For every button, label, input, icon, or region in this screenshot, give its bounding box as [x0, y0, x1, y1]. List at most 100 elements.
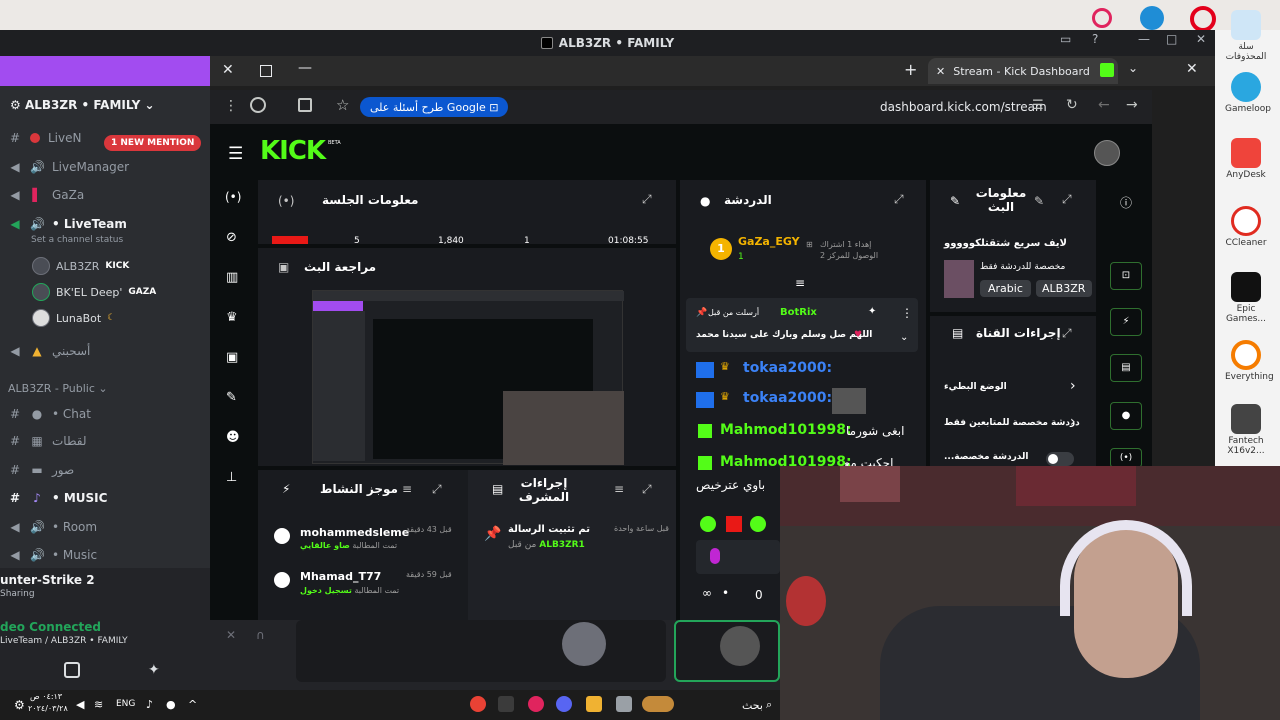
channel-room[interactable]: ◀ 🔊 • Room	[8, 520, 97, 534]
top-sub-name[interactable]: GaZa_EGY	[738, 235, 800, 248]
server-header[interactable]: ⚙ ALB3ZR • FAMILY ⌄	[10, 98, 155, 112]
stream-tile-active[interactable]	[674, 620, 780, 682]
edit-icon[interactable]: ✎	[1034, 194, 1044, 208]
notes-icon[interactable]: ▤	[1110, 354, 1142, 382]
expand-icon[interactable]: ⤢	[1062, 326, 1072, 341]
opera-icon[interactable]	[528, 696, 544, 712]
profile-icon[interactable]	[250, 97, 266, 113]
channel-livemanager[interactable]: ◀ 🔊 LiveManager	[8, 160, 129, 174]
extensions-icon[interactable]	[298, 98, 312, 112]
location-icon[interactable]: ●	[166, 698, 176, 711]
file-explorer-icon[interactable]	[586, 696, 602, 712]
everything-icon[interactable]: Everything	[1225, 340, 1274, 382]
language-indicator[interactable]: ENG	[116, 699, 135, 709]
chevron-right-icon[interactable]: ›	[1070, 378, 1076, 394]
app-icon[interactable]	[498, 696, 514, 712]
chevron-right-icon[interactable]: ›	[1070, 414, 1076, 430]
users-icon[interactable]: ☻	[226, 430, 240, 445]
screen-share-icon[interactable]	[64, 662, 80, 678]
hamburger-menu-icon[interactable]: ☰	[228, 144, 243, 164]
channel-chat[interactable]: # ● • Chat	[8, 407, 91, 421]
stream-tile[interactable]	[296, 620, 666, 682]
link-icon[interactable]: ⊘	[226, 230, 237, 245]
chat-user[interactable]: Mahmod101998:	[720, 422, 852, 438]
fantech-icon[interactable]: Fantech X16v2...	[1225, 404, 1267, 456]
search-icon[interactable]: ⌕	[766, 698, 772, 712]
more-icon[interactable]: ⋮	[901, 306, 913, 320]
infinity-icon[interactable]: ∞	[702, 586, 712, 600]
user-avatar[interactable]	[1094, 140, 1120, 166]
gear-icon[interactable]: ⚙	[14, 698, 25, 712]
url-text[interactable]: dashboard.kick.com/stream	[880, 100, 1047, 114]
kick-logo[interactable]: KICK	[260, 136, 326, 166]
expand-icon[interactable]: ⤢	[894, 192, 904, 207]
voice-user[interactable]: BK'EL Deep' GAZA	[32, 283, 156, 301]
maximize-icon[interactable]: □	[1166, 32, 1177, 46]
filter-icon[interactable]: ≡	[402, 482, 412, 496]
tab-search-icon[interactable]: ⌄	[1128, 61, 1138, 75]
new-mention-badge[interactable]: 1 NEW MENTION	[104, 135, 202, 151]
minimize-icon[interactable]: —	[1138, 32, 1150, 46]
chat-user[interactable]: tokaa2000:	[743, 360, 832, 376]
back-icon[interactable]: →	[1126, 97, 1138, 113]
opera-gx-icon[interactable]	[1190, 6, 1216, 32]
anydesk-icon[interactable]: AnyDesk	[1225, 138, 1267, 180]
chevron-down-icon[interactable]: ⌄	[900, 332, 908, 343]
chrome-icon[interactable]	[470, 696, 486, 712]
channel-ashbni[interactable]: ◀ ▲ أسحبني	[8, 344, 90, 358]
microphone-icon[interactable]	[710, 548, 720, 564]
broadcast-icon[interactable]: (•)	[1110, 448, 1142, 468]
emote-icon[interactable]	[700, 516, 716, 532]
channel-clips[interactable]: # ▦ لقطات	[8, 434, 87, 448]
new-tab-icon[interactable]: +	[904, 60, 917, 79]
channel-gaza[interactable]: ◀ ▌ GaZa	[8, 188, 84, 202]
channel-status[interactable]: Set a channel status	[31, 235, 123, 245]
unpin-icon[interactable]: ✦	[868, 306, 876, 317]
expand-icon[interactable]: ⤢	[642, 482, 652, 497]
search-label[interactable]: بحث	[742, 699, 763, 712]
channel-liven[interactable]: # LiveN	[8, 131, 82, 145]
restore-icon[interactable]	[260, 65, 272, 77]
close-icon[interactable]: ✕	[1196, 32, 1206, 46]
tag-chip[interactable]: Arabic	[980, 280, 1031, 297]
menu-dots-icon[interactable]: ⋮	[224, 98, 238, 114]
channel-pics[interactable]: # ▬ صور	[8, 463, 74, 477]
discord-icon[interactable]	[556, 696, 572, 712]
expand-icon[interactable]: ⤢	[432, 482, 442, 497]
ccleaner-icon[interactable]: CCleaner	[1225, 206, 1267, 248]
channel-music-voice[interactable]: ◀ 🔊 • Music	[8, 548, 97, 562]
lightning-icon[interactable]: ⚡	[1110, 308, 1142, 336]
channel-liveteam[interactable]: ◀ 🔊 • LiveTeam	[8, 217, 127, 231]
collapse-icon[interactable]: ≡	[795, 276, 805, 290]
expand-icon[interactable]: ⤢	[1062, 192, 1072, 207]
emote-icon[interactable]	[726, 516, 742, 532]
chevron-up-icon[interactable]: ^	[188, 698, 197, 711]
recycle-bin-icon[interactable]: سلة المحذوفات	[1225, 10, 1267, 62]
voice-user[interactable]: LunaBot ☾	[32, 309, 115, 327]
qr-code-icon[interactable]: ⊡	[1110, 262, 1142, 290]
video-icon[interactable]: ▣	[226, 350, 238, 365]
category-header[interactable]: ALB3ZR - Public ⌄	[8, 382, 108, 395]
help-icon[interactable]: ?	[1092, 32, 1098, 46]
opera-icon[interactable]	[1092, 8, 1112, 28]
tag-chip[interactable]: ALB3ZR	[1036, 280, 1092, 297]
app-icon[interactable]	[616, 696, 632, 712]
tab-kick-dashboard[interactable]: ✕ Stream - Kick Dashboard	[928, 58, 1118, 84]
trophy-icon[interactable]: ♛	[226, 310, 238, 325]
users-icon[interactable]: •	[722, 586, 729, 600]
inbox-icon[interactable]: ▭	[1060, 32, 1071, 46]
stream-icon[interactable]: (•)	[225, 190, 241, 204]
wrench-icon[interactable]: ✎	[226, 390, 237, 405]
volume-icon[interactable]: ◀	[76, 698, 84, 711]
headphones-icon[interactable]: ∩	[256, 628, 265, 642]
clock-date[interactable]: ٢٠٢٤/٠٣/٢٨	[28, 704, 68, 713]
close-icon[interactable]: ✕	[1186, 61, 1198, 77]
stream-preview[interactable]	[312, 290, 624, 465]
chat-input[interactable]	[696, 540, 780, 574]
channel-music-text[interactable]: # ♪ • MUSIC	[8, 491, 107, 505]
expand-icon[interactable]: ⤢	[642, 192, 652, 207]
bookmark-star-icon[interactable]: ☆	[336, 96, 349, 114]
edge-icon[interactable]	[1140, 6, 1164, 30]
chat-user[interactable]: tokaa2000:	[743, 390, 832, 406]
chat-bubble-icon[interactable]: ●	[1110, 402, 1142, 430]
